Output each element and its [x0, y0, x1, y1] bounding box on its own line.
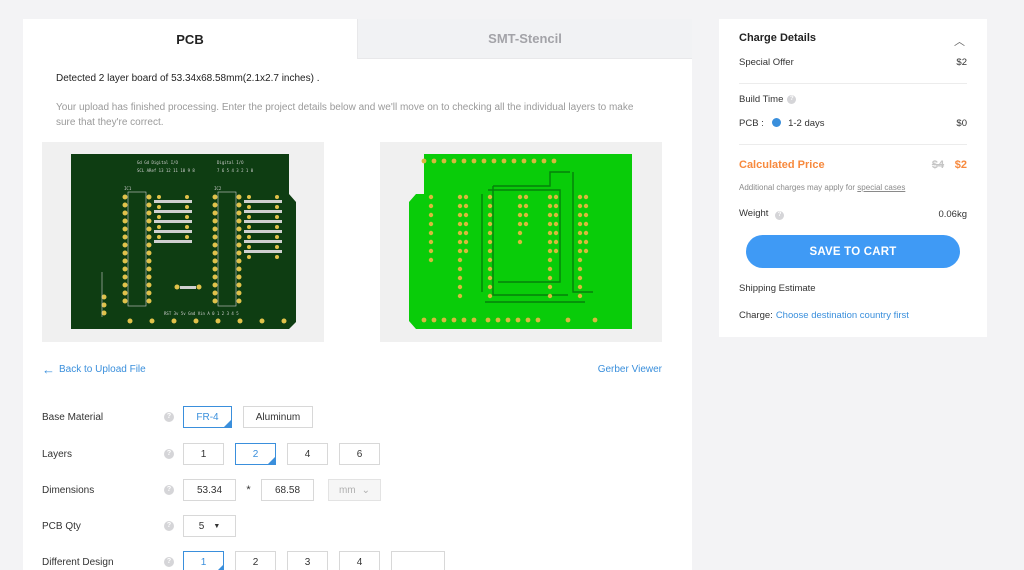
tab-smt-stencil[interactable]: SMT-Stencil — [357, 19, 692, 59]
design-option-1[interactable]: 1 — [183, 551, 224, 570]
base-material-row: Base Material ? FR-4 Aluminum — [42, 406, 313, 428]
svg-text:IC2: IC2 — [214, 186, 222, 191]
back-to-upload-link[interactable]: ← Back to Upload File — [42, 361, 146, 377]
pcb-build-option[interactable]: PCB : 1-2 days — [739, 118, 825, 129]
dimensions-row: Dimensions ? 53.34 * 68.58 mm ⌄ — [42, 479, 381, 501]
special-offer-row: Special Offer $2 — [739, 57, 967, 68]
caret-down-icon: ▼ — [213, 522, 221, 530]
upload-notice: Your upload has finished processing. Ent… — [56, 102, 634, 128]
calculated-price-label: Calculated Price — [739, 159, 825, 171]
svg-text:SCL ARef 13 12 11 10 9 8: SCL ARef 13 12 11 10 9 8 — [137, 168, 195, 173]
layers-row: Layers ? 1 2 4 6 — [42, 443, 380, 465]
charge-details-title: Charge Details — [739, 32, 817, 44]
layers-label: Layers — [42, 448, 73, 460]
help-icon[interactable]: ? — [787, 95, 797, 104]
pcb-qty-row: PCB Qty ? 5 ▼ — [42, 515, 236, 537]
charge-details-panel: Charge Details ︿ Special Offer $2 Build … — [719, 19, 987, 337]
special-cases-link[interactable]: special cases — [857, 183, 905, 192]
dimension-separator: * — [246, 484, 251, 496]
pcb-top-preview: Gd Gd Digital I/O Digital I/O SCL ARef 1… — [42, 142, 324, 342]
divider — [739, 144, 967, 145]
different-design-label: Different Design — [42, 556, 114, 568]
svg-text:IC1: IC1 — [124, 186, 132, 191]
shipping-estimate-label: Shipping Estimate — [739, 283, 816, 294]
pcb-build-row: PCB : 1-2 days $0 — [739, 118, 967, 129]
weight-label: Weight — [739, 208, 769, 219]
calculated-price-row: Calculated Price $4 $2 — [739, 159, 967, 171]
product-tabs: PCB SMT-Stencil — [23, 19, 692, 59]
note-text: Additional charges may apply for — [739, 183, 858, 192]
layers-option-6[interactable]: 6 — [339, 443, 380, 465]
build-time-row: Build Time ? — [739, 94, 967, 105]
special-offer-label: Special Offer — [739, 57, 794, 68]
pcb-order-panel: PCB SMT-Stencil Detected 2 layer board o… — [23, 19, 692, 570]
help-icon[interactable]: ? — [164, 557, 174, 567]
help-icon[interactable]: ? — [164, 485, 174, 495]
dimensions-label: Dimensions — [42, 484, 95, 496]
chevron-up-icon[interactable]: ︿ — [954, 33, 965, 49]
back-to-upload-label: Back to Upload File — [59, 364, 146, 375]
pcb-bottom-preview — [380, 142, 662, 342]
pcb-build-value: $0 — [956, 118, 967, 129]
design-custom-input[interactable] — [391, 551, 445, 570]
pcb-build-label: PCB : — [739, 118, 764, 129]
shipping-estimate: Shipping Estimate — [739, 283, 967, 294]
svg-text:Gd Gd Digital I/O: Gd Gd Digital I/O — [137, 160, 179, 165]
dimension-width-input[interactable]: 53.34 — [183, 479, 236, 501]
dimension-height-input[interactable]: 68.58 — [261, 479, 314, 501]
layers-option-4[interactable]: 4 — [287, 443, 328, 465]
pcb-build-days: 1-2 days — [788, 118, 825, 129]
chevron-down-icon: ⌄ — [361, 484, 371, 496]
help-icon[interactable]: ? — [164, 521, 174, 531]
weight-value: 0.06kg — [938, 208, 967, 220]
svg-text:Digital I/O: Digital I/O — [217, 160, 244, 165]
base-material-label: Base Material — [42, 411, 104, 423]
unit-value: mm — [338, 484, 356, 496]
option-aluminum[interactable]: Aluminum — [243, 406, 313, 428]
special-offer-value: $2 — [956, 57, 967, 68]
build-time-label: Build Time — [739, 94, 784, 105]
save-to-cart-button[interactable]: SAVE TO CART — [746, 235, 960, 268]
additional-charges-note: Additional charges may apply for special… — [739, 183, 905, 192]
charge-row: Charge: Choose destination country first — [739, 310, 967, 321]
discounted-price: $2 — [954, 159, 967, 171]
svg-text:RST 3v 5v Gnd Vin A 0 1: RST 3v 5v Gnd Vin A 0 1 2 3 4 5 — [164, 311, 239, 316]
original-price: $4 — [931, 159, 945, 171]
help-icon[interactable]: ? — [164, 449, 174, 459]
choose-country-link[interactable]: Choose destination country first — [776, 310, 909, 321]
tab-pcb[interactable]: PCB — [23, 19, 357, 59]
unit-select[interactable]: mm ⌄ — [328, 479, 381, 501]
pcb-bottom-image — [409, 154, 632, 329]
gerber-viewer-link[interactable]: Gerber Viewer — [598, 364, 662, 375]
layers-option-2[interactable]: 2 — [235, 443, 276, 465]
divider — [739, 83, 967, 84]
help-icon[interactable]: ? — [164, 412, 174, 422]
pcb-qty-label: PCB Qty — [42, 520, 81, 532]
radio-selected-icon[interactable] — [772, 118, 782, 127]
pcb-top-image: Gd Gd Digital I/O Digital I/O SCL ARef 1… — [71, 154, 296, 329]
charge-label: Charge: — [739, 310, 773, 321]
help-icon[interactable]: ? — [775, 211, 785, 220]
pcb-qty-value: 5 — [198, 520, 205, 532]
different-design-row: Different Design ? 1 2 3 4 — [42, 551, 445, 570]
option-fr4[interactable]: FR-4 — [183, 406, 232, 428]
pcb-qty-select[interactable]: 5 ▼ — [183, 515, 236, 537]
layers-option-1[interactable]: 1 — [183, 443, 224, 465]
weight-row: Weight ? 0.06kg — [739, 208, 967, 220]
design-option-2[interactable]: 2 — [235, 551, 276, 570]
svg-text:7 6 5 4 3 2 1 0: 7 6 5 4 3 2 1 0 — [217, 168, 254, 173]
detected-board-info: Detected 2 layer board of 53.34x68.58mm(… — [56, 73, 320, 84]
arrow-left-icon: ← — [42, 361, 55, 377]
design-option-4[interactable]: 4 — [339, 551, 380, 570]
design-option-3[interactable]: 3 — [287, 551, 328, 570]
